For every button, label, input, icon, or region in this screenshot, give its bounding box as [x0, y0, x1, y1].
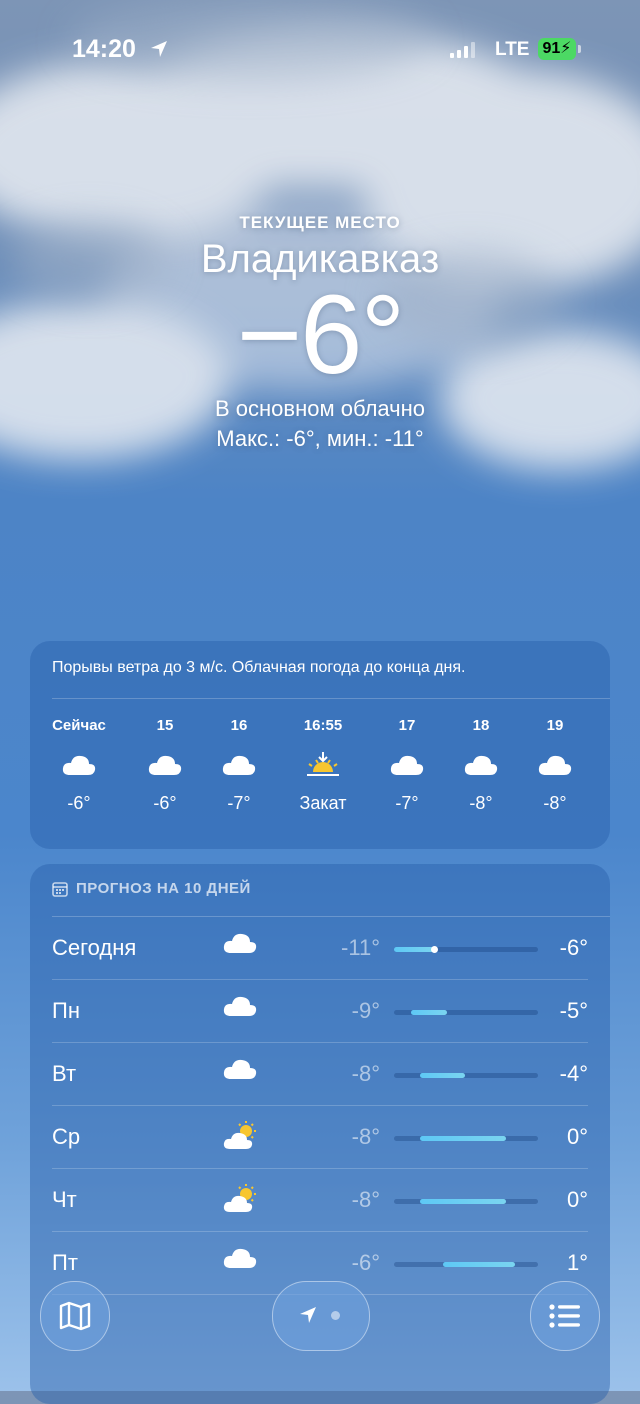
condition-text: В основном облачно: [215, 396, 425, 421]
ten-day-header: ПРОГНОЗ НА 10 ДНЕЙ: [52, 880, 251, 897]
hour-label: 17: [398, 717, 416, 734]
map-button[interactable]: [40, 1281, 110, 1351]
high-temp: 0°: [566, 1124, 588, 1149]
partly-sunny-icon: [222, 1183, 260, 1220]
temp-range-fill: [420, 1136, 506, 1141]
day-label: Пт: [52, 1250, 78, 1275]
hour-temp: -6°: [153, 793, 177, 813]
hour-label: 18: [472, 717, 490, 734]
battery-level: 91: [542, 40, 561, 57]
low-temp: -9°: [351, 998, 380, 1023]
sunset-icon: [288, 737, 358, 793]
temp-range-bar: [394, 1199, 538, 1204]
day-row[interactable]: Вт -8° -4°: [52, 1043, 588, 1106]
hour-label: 19: [546, 717, 564, 734]
temp-range-bar: [394, 1136, 538, 1141]
cloud-icon: [222, 1246, 258, 1275]
location-arrow-icon: [300, 1307, 316, 1323]
hour-label: 16:55: [303, 717, 343, 734]
day-row[interactable]: Пн -9° -5°: [52, 980, 588, 1043]
high-low-text: Макс.: -6°, мин.: -11°: [216, 426, 424, 451]
current-temperature: −6°: [236, 272, 405, 397]
temp-range-bar: [394, 946, 538, 953]
day-label: Пн: [52, 998, 80, 1023]
cloud-icon: [520, 737, 590, 793]
hourly-item: Сейчас -6°: [44, 717, 114, 814]
temp-range-fill: [420, 1199, 506, 1204]
battery-icon: 91⚡: [538, 38, 576, 60]
hour-temp: -7°: [395, 793, 419, 813]
hourly-summary: Порывы ветра до 3 м/с. Облачная погода д…: [52, 659, 466, 676]
cloud-icon: [130, 737, 200, 793]
day-row[interactable]: Чт -8° 0°: [52, 1169, 588, 1232]
high-temp: -4°: [559, 1061, 588, 1086]
high-temp: -5°: [559, 998, 588, 1023]
high-temp: -6°: [559, 935, 588, 960]
hourly-item: 16:55 Закат: [288, 717, 358, 814]
temp-range-fill: [443, 1262, 515, 1267]
cloud-icon: [446, 737, 516, 793]
temp-range-bar: [394, 1010, 538, 1015]
location-label: ТЕКУЩЕЕ МЕСТО: [239, 213, 401, 232]
page-dot: [331, 1311, 340, 1320]
low-temp: -6°: [351, 1250, 380, 1275]
hour-label: Сейчас: [52, 717, 106, 734]
high-temp: 1°: [566, 1250, 588, 1275]
divider: [52, 698, 610, 699]
temp-range-bar: [394, 1262, 538, 1267]
hour-temp: -8°: [543, 793, 567, 813]
page-indicator[interactable]: [272, 1281, 370, 1351]
network-type: LTE: [495, 39, 530, 60]
hourly-item: 15 -6°: [130, 717, 200, 814]
temp-range-bar: [394, 1073, 538, 1078]
day-label: Чт: [52, 1187, 77, 1212]
hourly-item: 18 -8°: [446, 717, 516, 814]
cloud-icon: [222, 1057, 258, 1086]
status-bar: 14:20 LTE 91⚡: [0, 32, 640, 66]
hourly-forecast-card[interactable]: Порывы ветра до 3 м/с. Облачная погода д…: [30, 641, 610, 849]
low-temp: -8°: [351, 1061, 380, 1086]
cloud-icon: [204, 737, 274, 793]
hourly-item: 16 -7°: [204, 717, 274, 814]
temp-range-fill: [394, 947, 434, 952]
low-temp: -8°: [351, 1124, 380, 1149]
list-icon: [549, 1304, 580, 1328]
low-temp: -8°: [351, 1187, 380, 1212]
calendar-icon: [52, 881, 68, 897]
day-row[interactable]: Ср -8° 0°: [52, 1106, 588, 1169]
day-label: Сегодня: [52, 935, 137, 960]
day-row[interactable]: Сегодня -11° -6°: [52, 917, 588, 980]
status-time: 14:20: [72, 35, 136, 63]
city-list-button[interactable]: [530, 1281, 600, 1351]
hour-temp: Закат: [299, 793, 347, 813]
day-label: Ср: [52, 1124, 81, 1149]
map-icon: [59, 1301, 91, 1331]
temp-range-fill: [420, 1073, 465, 1078]
hour-label: 15: [156, 717, 174, 734]
battery-tip: [578, 45, 581, 53]
low-temp: -11°: [341, 935, 380, 960]
cloud-icon: [372, 737, 442, 793]
hourly-item: 17 -7°: [372, 717, 442, 814]
hour-temp: -7°: [227, 793, 251, 813]
high-temp: 0°: [566, 1187, 588, 1212]
partly-sunny-icon: [222, 1120, 260, 1157]
current-temp-dot: [431, 946, 438, 953]
day-label: Вт: [52, 1061, 77, 1086]
signal-icon: [450, 42, 475, 58]
current-weather: ТЕКУЩЕЕ МЕСТО Владикавказ −6° В основном…: [0, 205, 640, 452]
cloud-icon: [222, 931, 258, 960]
hour-temp: -8°: [469, 793, 493, 813]
temp-range-fill: [411, 1010, 447, 1015]
ten-day-title: ПРОГНОЗ НА 10 ДНЕЙ: [76, 880, 251, 897]
hour-label: 16: [230, 717, 248, 734]
location-arrow-icon: [151, 41, 167, 57]
hour-temp: -6°: [67, 793, 91, 813]
cloud-icon: [44, 737, 114, 793]
cloud-icon: [222, 994, 258, 1023]
hourly-item: 19 -8°: [520, 717, 590, 814]
